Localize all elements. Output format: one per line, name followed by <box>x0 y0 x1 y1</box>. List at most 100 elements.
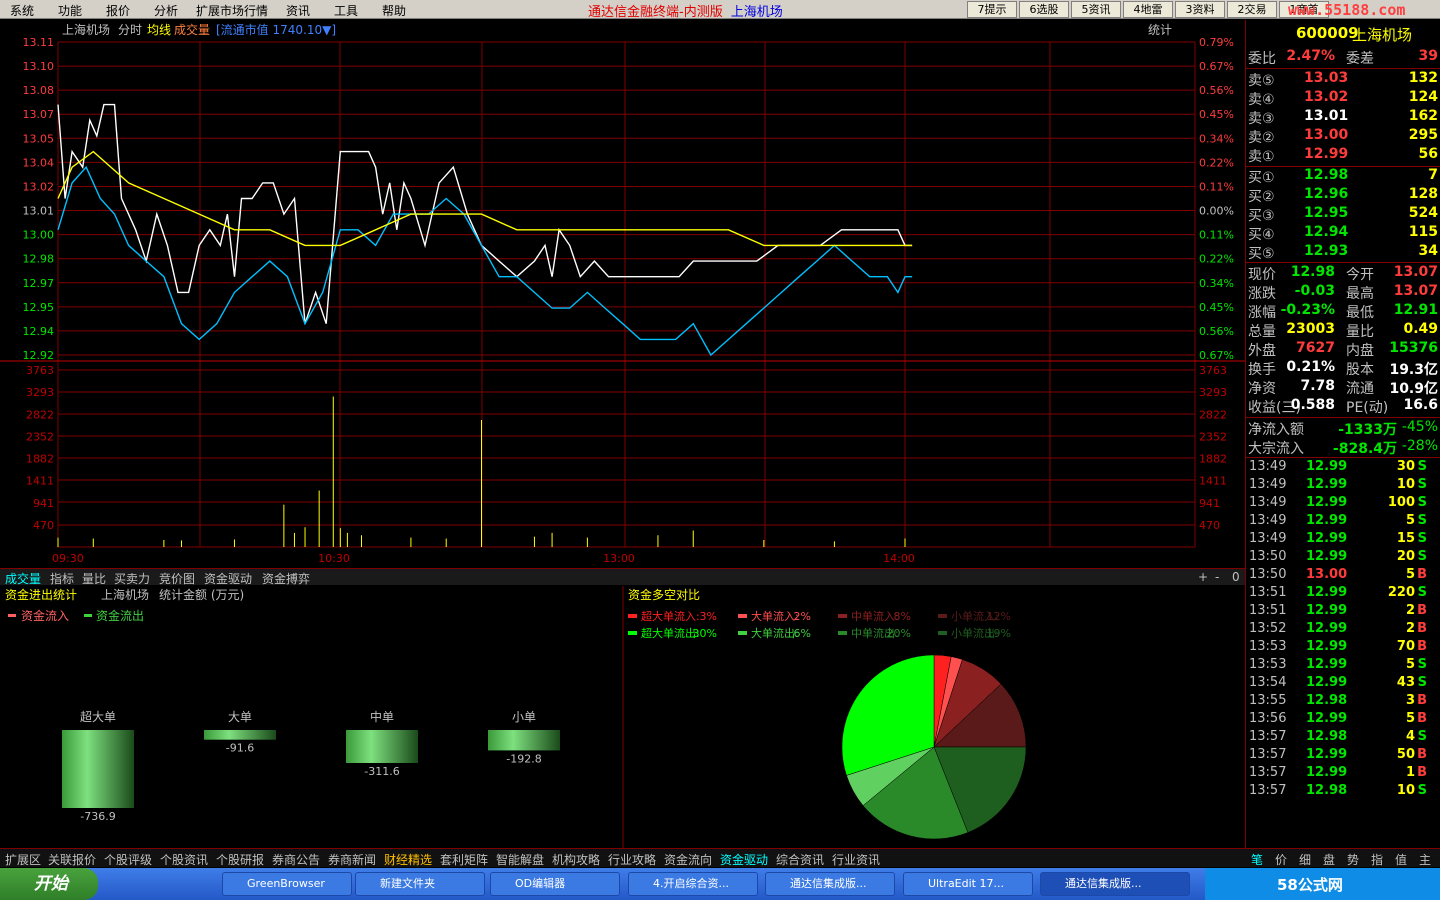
time-tick: 10:30 <box>318 552 350 565</box>
ask-row[interactable]: 卖④ 13.02 124 <box>1246 89 1440 108</box>
bottom-tab[interactable]: 资金流向 <box>664 851 712 868</box>
bottom-tab[interactable]: 扩展区 <box>5 851 41 868</box>
bottom-tab[interactable]: 券商新闻 <box>328 851 376 868</box>
menu-bar: 系统 功能 报价 分析 扩展市场行情 资讯 工具 帮助 通达信金融终端-内测版 上海机场 7提示 6选… <box>0 0 1440 20</box>
tick-row: 13:54 12.99 43 S <box>1249 675 1427 690</box>
menu-item[interactable]: 资讯 <box>286 2 310 19</box>
fund-bar-value: -736.9 <box>80 810 115 823</box>
toolbar-button[interactable]: 4地雷 <box>1123 1 1173 18</box>
price-tick: 12.95 <box>23 301 55 314</box>
price-tick: 13.11 <box>23 36 55 49</box>
bid-row[interactable]: 买① 12.98 7 <box>1246 167 1440 186</box>
bottom-tab[interactable]: 财经精选 <box>384 851 432 868</box>
toolbar-button[interactable]: 3资料 <box>1175 1 1225 18</box>
menu-item[interactable]: 分析 <box>154 2 178 19</box>
indicator-tab[interactable]: 量比 <box>82 570 106 587</box>
zoom-button[interactable]: - <box>1215 570 1219 584</box>
bid-row[interactable]: 买② 12.96 128 <box>1246 186 1440 205</box>
zoom-button[interactable]: + <box>1198 570 1208 584</box>
quote-row: 换手 0.21% 股本 19.3亿 <box>1248 359 1438 378</box>
bottom-tab[interactable]: 套利矩阵 <box>440 851 488 868</box>
price-tick: 12.98 <box>23 253 55 266</box>
volume-tick-right: 2352 <box>1199 430 1227 443</box>
ask-row[interactable]: 卖⑤ 13.03 132 <box>1246 70 1440 89</box>
toolbar-button[interactable]: 6选股 <box>1019 1 1069 18</box>
bottom-tab[interactable]: 个股研报 <box>216 851 264 868</box>
bottom-tab[interactable]: 资金驱动 <box>720 851 768 868</box>
fund-bar <box>62 730 134 808</box>
bottom-tab[interactable]: 行业攻略 <box>608 851 656 868</box>
right-tab[interactable]: 主 <box>1419 851 1431 868</box>
right-tab[interactable]: 值 <box>1395 851 1407 868</box>
bottom-tab[interactable]: 智能解盘 <box>496 851 544 868</box>
chart-mktcap[interactable]: [流通市值 1740.10▼] <box>216 22 336 37</box>
quote-row: 涨跌 -0.03 最高 13.07 <box>1248 283 1438 302</box>
toolbar-button[interactable]: 2交易 <box>1227 1 1277 18</box>
start-button[interactable]: 开始 <box>0 868 98 900</box>
price-tick: 12.94 <box>23 325 55 338</box>
bottom-tab[interactable]: 个股评级 <box>104 851 152 868</box>
pie-legend-label: 大单流出: <box>751 626 799 640</box>
volume-tick: 470 <box>33 519 54 532</box>
volume-tick-right: 2822 <box>1199 408 1227 421</box>
right-tab[interactable]: 指 <box>1371 851 1383 868</box>
indicator-tab[interactable]: 买卖力 <box>114 570 150 587</box>
indicator-tab[interactable]: 资金驱动 <box>204 570 252 587</box>
taskbar-button[interactable]: 通达信集成版... <box>1040 872 1190 896</box>
taskbar-button[interactable]: 4.开启综合资... <box>628 872 758 896</box>
chart-stat-button[interactable]: 统计 <box>1148 23 1172 37</box>
chart-mode[interactable]: 分时 <box>118 23 142 37</box>
bottom-tab[interactable]: 行业资讯 <box>832 851 880 868</box>
fund-bar-label: 大单 <box>228 710 252 724</box>
menu-item[interactable]: 功能 <box>58 2 82 19</box>
volume-tick: 3763 <box>26 364 54 377</box>
quote-row: 委比 2.47% 委差 39 <box>1248 48 1438 67</box>
volume-tick: 1411 <box>26 475 54 488</box>
price-tick: 13.01 <box>23 205 55 218</box>
tick-row: 13:56 12.99 5 B <box>1249 711 1427 726</box>
pct-tick: 0.67% <box>1199 349 1234 362</box>
menu-item[interactable]: 帮助 <box>382 2 406 19</box>
pct-tick: 0.22% <box>1199 253 1234 266</box>
right-tab[interactable]: 盘 <box>1323 851 1335 868</box>
toolbar-button[interactable]: 7提示 <box>967 1 1017 18</box>
indicator-tab[interactable]: 成交量 <box>5 570 41 587</box>
system-tray: 58公式网 <box>1205 868 1440 900</box>
pie-legend-pct: 20% <box>887 627 911 640</box>
bid-row[interactable]: 买③ 12.95 524 <box>1246 205 1440 224</box>
ask-row[interactable]: 卖② 13.00 295 <box>1246 127 1440 146</box>
taskbar-button[interactable]: OD编辑器 <box>490 872 620 896</box>
intraday-chart[interactable]: 13.11 13.10 13.08 13.07 13.05 13.04 13.02 13.01… <box>0 20 1245 568</box>
toolbar-button[interactable]: 5资讯 <box>1071 1 1121 18</box>
taskbar-button[interactable]: GreenBrowser <box>222 872 352 896</box>
fund-bar <box>488 730 560 751</box>
menu-item[interactable]: 系统 <box>10 2 34 19</box>
bid-row[interactable]: 买⑤ 12.93 34 <box>1246 243 1440 262</box>
bottom-tab[interactable]: 机构攻略 <box>552 851 600 868</box>
pie-legend-pct: 2% <box>794 610 811 623</box>
taskbar-button[interactable]: UltraEdit 17... <box>903 872 1033 896</box>
taskbar-button[interactable]: 新建文件夹 <box>355 872 485 896</box>
indicator-tab[interactable]: 竞价图 <box>159 570 195 587</box>
zoom-button[interactable]: 0 <box>1232 570 1240 584</box>
right-tab[interactable]: 势 <box>1347 851 1359 868</box>
indicator-tab[interactable]: 指标 <box>50 570 74 587</box>
menu-item[interactable]: 报价 <box>106 2 130 19</box>
menu-item[interactable]: 扩展市场行情 <box>196 2 268 19</box>
bid-row[interactable]: 买④ 12.94 115 <box>1246 224 1440 243</box>
bottom-tab[interactable]: 券商公告 <box>272 851 320 868</box>
taskbar-button[interactable]: 通达信集成版... <box>765 872 895 896</box>
ask-row[interactable]: 卖① 12.99 56 <box>1246 146 1440 165</box>
indicator-tab[interactable]: 资金搏弈 <box>262 570 310 587</box>
ask-row[interactable]: 卖③ 13.01 162 <box>1246 108 1440 127</box>
right-tab[interactable]: 价 <box>1275 851 1287 868</box>
pie-legend-label: 中单流入: <box>851 609 899 623</box>
menu-item[interactable]: 工具 <box>334 2 358 19</box>
tray-brand: 58公式网 <box>1277 876 1343 894</box>
right-tab[interactable]: 笔 <box>1251 851 1263 868</box>
right-tab[interactable]: 细 <box>1299 851 1311 868</box>
bottom-tab[interactable]: 关联报价 <box>48 851 96 868</box>
bottom-tab[interactable]: 个股资讯 <box>160 851 208 868</box>
bottom-tab[interactable]: 综合资讯 <box>776 851 824 868</box>
price-tick: 13.02 <box>23 180 55 193</box>
